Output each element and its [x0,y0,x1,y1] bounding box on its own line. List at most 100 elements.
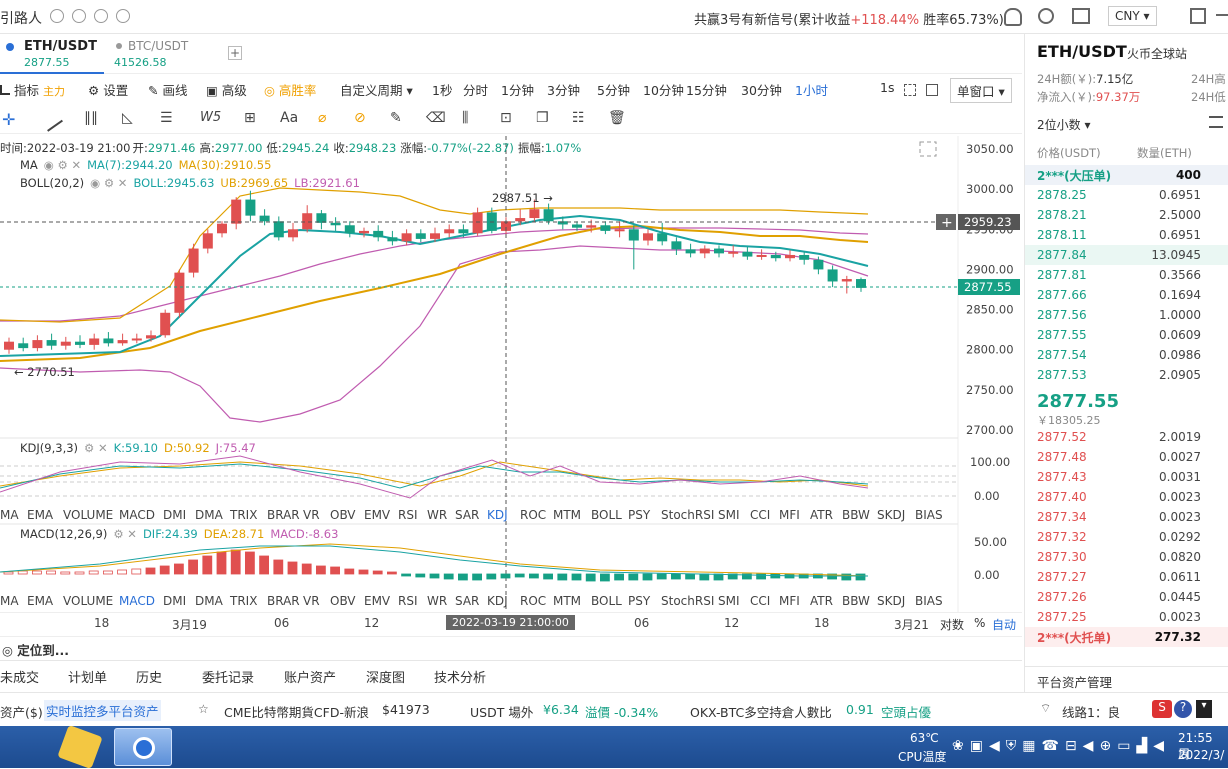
measure-icon[interactable]: ⊞ [244,110,256,126]
block-icon[interactable] [72,9,86,23]
magnet-icon[interactable]: ⌀ [318,110,326,126]
indicator-tab[interactable]: BRAR [267,594,300,608]
shield-icon[interactable]: ⛨ [1006,738,1017,754]
indicator-tab[interactable]: ATR [810,594,833,608]
indicator-tab[interactable]: WR [427,508,447,522]
bid-row[interactable]: 2877.30 0.0820 [1025,547,1228,567]
pencil-icon[interactable]: ✎ [390,110,402,126]
bottom-tab[interactable]: 委托记录 [202,667,254,686]
indicator-tab[interactable]: OBV [330,594,356,608]
eye-icon[interactable]: ◉ ⚙ ✕ [44,158,81,172]
ask-row-big[interactable]: 2***(大压单) 400 [1025,165,1228,185]
indicator-tab[interactable]: DMA [195,508,223,522]
shirt-icon[interactable] [1072,8,1090,24]
bid-row[interactable]: 2877.26 0.0445 [1025,587,1228,607]
indicator-tab[interactable]: KDJ [487,508,508,522]
period-4[interactable]: 5分钟 [597,80,630,99]
bottom-tab[interactable]: 计划单 [68,667,107,686]
indicator-tab[interactable]: DMA [195,594,223,608]
decimals-select[interactable]: 2位小数 ▾ [1037,116,1090,133]
indicator-tab[interactable]: RSI [398,508,418,522]
ask-row[interactable]: 2877.84 13.0945 [1025,245,1228,265]
parallel-lines-icon[interactable]: ∥∥ [84,110,98,126]
line-status[interactable]: 线路1：良 [1062,702,1150,721]
magnet-strong-icon[interactable]: ⊘ [354,110,366,126]
period-7[interactable]: 30分钟 [741,80,782,99]
chart-canvas[interactable]: 3050.003000.002950.002900.002850.002800.… [0,136,1022,632]
ask-row[interactable]: 2878.11 0.6951 [1025,225,1228,245]
s-logo-icon[interactable]: S [1152,700,1172,718]
period-6[interactable]: 15分钟 [686,80,727,99]
indicator-tab[interactable]: MA [0,594,19,608]
window-mode-select[interactable]: 单窗口 ▾ [950,78,1012,103]
layout-icon[interactable] [1209,116,1223,128]
indicator-tab[interactable]: PSY [628,508,650,522]
percent-scale-toggle[interactable]: % [974,616,985,630]
indicator-tab[interactable]: EMA [27,508,53,522]
wave-icon[interactable]: W5 [200,110,221,125]
indicator-tab[interactable]: MFI [779,594,800,608]
text-tool-icon[interactable]: Aa [280,110,298,126]
indicator-tab[interactable]: BIAS [915,508,943,522]
bid-row[interactable]: 2877.52 2.0019 [1025,427,1228,447]
draw-button[interactable]: ✎ 画线 [148,80,187,99]
tray-icon[interactable]: ⊟ [1065,738,1077,754]
fib-icon[interactable]: ☰ [160,110,173,126]
candles-icon[interactable]: ⫼ [462,110,468,126]
ask-row[interactable]: 2877.55 0.0609 [1025,325,1228,345]
popout-icon[interactable] [926,84,938,96]
star-icon[interactable]: ☆ [198,702,209,716]
symbol-tab-eth[interactable]: ETH/USDT 2877.55 [0,34,104,74]
ask-row[interactable]: 2877.54 0.0986 [1025,345,1228,365]
volume-icon[interactable]: ◀ [989,738,1000,754]
advanced-button[interactable]: ▣ 高级 [206,80,247,99]
indicator-tab[interactable]: StochRSI [661,508,714,522]
indicator-tab[interactable]: EMV [364,594,390,608]
copy-icon[interactable]: ❐ [536,110,549,126]
tray-icon[interactable]: ▦ [1022,738,1035,754]
locate-button[interactable]: ◎ 定位到... [2,640,69,659]
indicator-tab[interactable]: SKDJ [877,594,905,608]
eye-icon[interactable]: ⚙ ✕ [84,441,108,455]
indicator-tab[interactable]: StochRSI [661,594,714,608]
asset-mgmt-link[interactable]: 平台资产管理 [1037,672,1112,691]
indicator-tab[interactable]: ATR [810,508,833,522]
indicator-tab[interactable]: EMA [27,594,53,608]
bottom-tab[interactable]: 历史 [136,667,162,686]
indicator-tab[interactable]: SMI [718,508,740,522]
pause-icon[interactable] [50,9,64,23]
indicator-tab[interactable]: DMI [163,594,186,608]
tray-icon[interactable]: ▭ [1117,738,1130,754]
indicator-tab[interactable]: PSY [628,594,650,608]
indicator-tab[interactable]: BBW [842,594,870,608]
tray-icon[interactable]: ◀ [1153,738,1164,754]
indicator-tab[interactable]: MA [0,508,19,522]
indicator-tab[interactable]: BOLL [591,508,622,522]
indicator-tab[interactable]: TRIX [230,594,257,608]
ask-row[interactable]: 2877.66 0.1694 [1025,285,1228,305]
eye-icon[interactable]: ◉ ⚙ ✕ [90,176,127,190]
indicator-tab[interactable]: MTM [553,508,581,522]
indicator-tab[interactable]: MFI [779,508,800,522]
indicator-tab[interactable]: VOLUME [63,508,113,522]
speaker-icon[interactable]: ◀ [1083,738,1094,754]
minimize-icon[interactable] [1216,14,1228,16]
bid-row-big[interactable]: 2***(大托单) 277.32 [1025,627,1228,647]
indicator-tab[interactable]: TRIX [230,508,257,522]
indicator-tab[interactable]: KDJ [487,594,508,608]
eye-icon[interactable]: ⚙ ✕ [113,527,137,541]
indicator-tab[interactable]: MACD [119,508,155,522]
custom-period-select[interactable]: 自定义周期 ▾ [340,80,413,99]
app-taskbar-button[interactable] [114,728,172,766]
bell-icon[interactable] [1004,8,1022,26]
ask-row[interactable]: 2878.21 2.5000 [1025,205,1228,225]
lock-drawing-icon[interactable]: ⊡ [500,110,512,126]
add-symbol-button[interactable]: + [228,46,242,60]
monitor-link[interactable]: 实时监控多平台资产 [44,700,161,721]
arrow-icon[interactable]: ▾ [1196,700,1212,718]
indicator-tab[interactable]: VOLUME [63,594,113,608]
indicator-tab[interactable]: BIAS [915,594,943,608]
window-icon[interactable] [1190,8,1206,24]
edit-list-icon[interactable]: ☷ [572,110,585,126]
period-8[interactable]: 1小时 [795,80,828,99]
